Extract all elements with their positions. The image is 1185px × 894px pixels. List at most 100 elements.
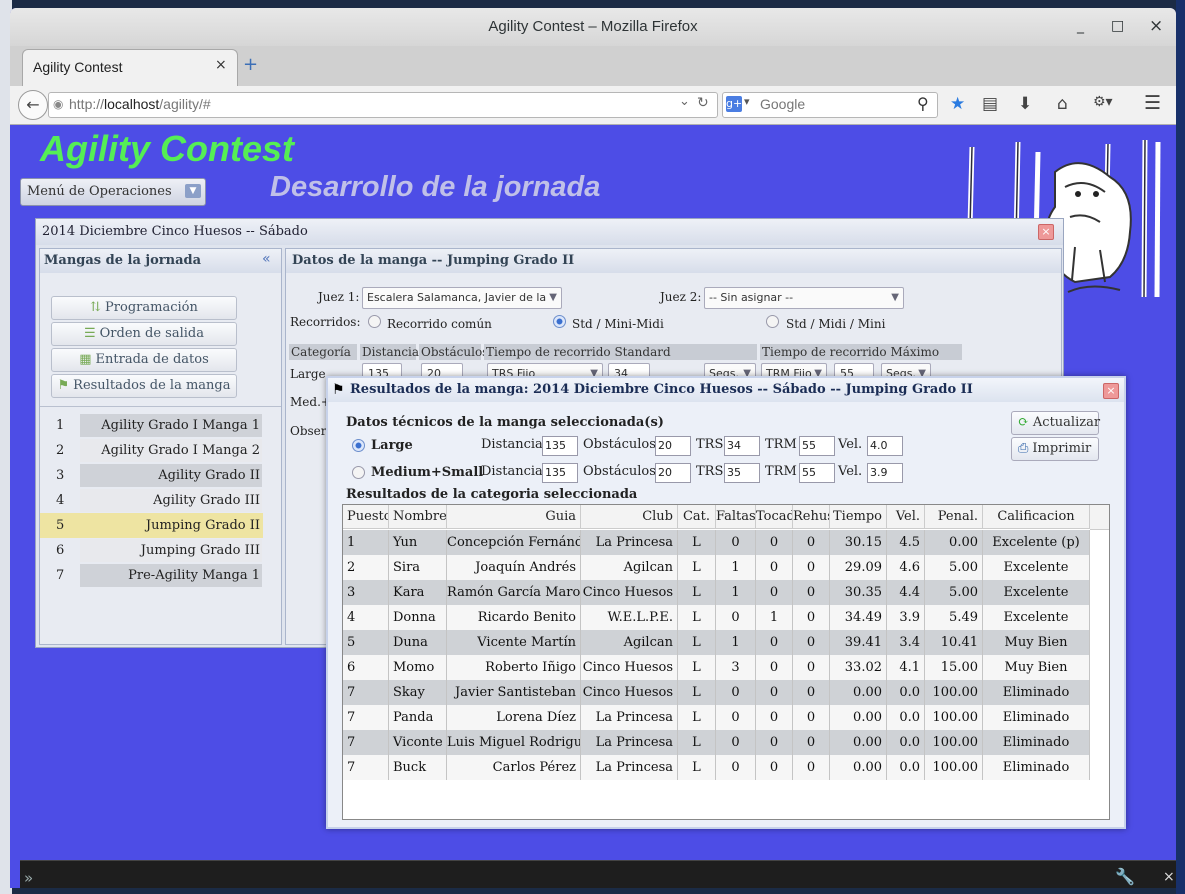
- cell-club: Cinco Huesos: [581, 655, 678, 680]
- cell-tiempo: 0.00: [830, 680, 887, 705]
- cell-tiempo: 33.02: [830, 655, 887, 680]
- url-bar[interactable]: ◉ http://localhost/agility/# ⌄ ↻: [48, 92, 718, 118]
- cell-faltas: 0: [716, 530, 756, 555]
- addons-icon[interactable]: ⚙▾: [1093, 94, 1113, 110]
- column-header-tiempo[interactable]: Tiempo: [830, 505, 887, 529]
- cell-tiempo: 39.41: [830, 630, 887, 655]
- print-button[interactable]: ⎙ Imprimir: [1011, 437, 1099, 461]
- ms-trm-value[interactable]: 55: [799, 463, 835, 483]
- console-prompt-icon[interactable]: »: [24, 869, 33, 887]
- column-header-penal[interactable]: Penal.: [925, 505, 983, 529]
- cell-tocados: 0: [756, 680, 793, 705]
- operations-menu-button[interactable]: Menú de Operaciones ▼: [20, 178, 206, 206]
- divider: [40, 406, 281, 407]
- ms-trs-value[interactable]: 35: [724, 463, 760, 483]
- tab-close-icon[interactable]: ×: [215, 57, 227, 73]
- search-bar[interactable]: g+ ▾ Google ⚲: [722, 92, 938, 118]
- home-icon[interactable]: ⌂: [1057, 94, 1068, 114]
- cell-club: Agilcan: [581, 630, 678, 655]
- download-icon[interactable]: ⬇: [1018, 94, 1032, 114]
- back-icon[interactable]: ←: [18, 90, 48, 120]
- close-window-button[interactable]: ×: [1149, 16, 1163, 36]
- column-header-club[interactable]: Club: [581, 505, 678, 529]
- new-tab-button[interactable]: +: [243, 54, 258, 75]
- large-obstacles-value[interactable]: 20: [655, 436, 691, 456]
- url-dropdown-icon[interactable]: ⌄: [679, 94, 690, 109]
- juez2-select[interactable]: -- Sin asignar -- ▼: [704, 287, 904, 309]
- round-row-6[interactable]: 6 Jumping Grado III: [40, 538, 263, 563]
- round-row-3[interactable]: 3 Agility Grado II: [40, 463, 263, 488]
- distance-label: Distancia: [481, 464, 543, 479]
- round-row-4[interactable]: 4 Agility Grado III: [40, 488, 263, 513]
- reload-icon[interactable]: ↻: [697, 95, 709, 111]
- large-trm-value[interactable]: 55: [799, 436, 835, 456]
- large-trs-value[interactable]: 34: [724, 436, 760, 456]
- radio-recorrido-comun[interactable]: [368, 315, 381, 328]
- bookmark-star-icon[interactable]: ★: [950, 94, 965, 114]
- hamburger-menu-icon[interactable]: ☰: [1144, 92, 1161, 114]
- table-row[interactable]: 1YunConcepción FernándezLa PrincesaL0003…: [343, 530, 1090, 555]
- cell-penal: 0.00: [925, 530, 983, 555]
- radio-std-midi-mini[interactable]: [766, 315, 779, 328]
- close-icon[interactable]: ×: [1103, 383, 1119, 399]
- column-header-tocados[interactable]: Tocados: [756, 505, 793, 529]
- search-icon[interactable]: ⚲: [917, 94, 929, 113]
- table-row[interactable]: 6 Momo Roberto Iñigo Cinco Huesos L 3 0 0 33.02 4…: [343, 655, 1090, 680]
- column-header-puesto[interactable]: Puesto: [343, 505, 389, 529]
- round-row-7[interactable]: 7 Pre-Agility Manga 1: [40, 563, 263, 588]
- maximize-button[interactable]: □: [1111, 18, 1124, 34]
- column-header-vel[interactable]: Vel.: [887, 505, 925, 529]
- tab-agility-contest[interactable]: Agility Contest ×: [22, 49, 238, 87]
- resultados-manga-button[interactable]: ⚑ Resultados de la manga: [51, 374, 237, 398]
- radio-std-mini-midi[interactable]: [553, 315, 566, 328]
- round-row-2[interactable]: 2 Agility Grado I Manga 2: [40, 438, 263, 463]
- collapse-icon[interactable]: «: [262, 251, 271, 267]
- cell-tiempo: 0.00: [830, 755, 887, 780]
- ms-vel-value[interactable]: 3.9: [867, 463, 903, 483]
- table-row[interactable]: 7 Buck Carlos Pérez La Princesa L 0 0 0 0.00 0.0 1…: [343, 755, 1090, 780]
- table-row[interactable]: 2 Sira Joaquín Andrés Agilcan L 1 0 0 29.09 4.6 5.…: [343, 555, 1090, 580]
- orden-salida-button[interactable]: ☰ Orden de salida: [51, 322, 237, 346]
- column-header-nombre[interactable]: Nombre: [389, 505, 447, 529]
- engine-dropdown-icon[interactable]: ▾: [744, 95, 750, 108]
- url-text[interactable]: http://localhost/agility/#: [69, 96, 211, 112]
- table-row[interactable]: 4 Donna Ricardo Benito W.E.L.P.E. L 0 1 0 34.49 3…: [343, 605, 1090, 630]
- radio-large[interactable]: [352, 439, 365, 452]
- ms-distance-value[interactable]: 135: [542, 463, 578, 483]
- table-row[interactable]: 7 Skay Javier Santisteban Cinco Huesos L 0 0 0 0…: [343, 680, 1090, 705]
- programacion-button[interactable]: ⇅ Programación: [51, 296, 237, 320]
- juez1-select[interactable]: Escalera Salamanca, Javier de la ▼: [362, 287, 562, 309]
- google-engine-icon[interactable]: g+: [726, 96, 742, 112]
- entrada-datos-button[interactable]: ▦ Entrada de datos: [51, 348, 237, 372]
- round-row-5-selected[interactable]: 5 Jumping Grado II: [40, 513, 263, 538]
- column-header-guia[interactable]: Guia: [447, 505, 581, 529]
- minimize-button[interactable]: _: [1077, 18, 1084, 34]
- ms-obstacles-value[interactable]: 20: [655, 463, 691, 483]
- cell-puesto: 7: [343, 705, 389, 730]
- round-row-1[interactable]: 1 Agility Grado I Manga 1: [40, 413, 263, 438]
- cell-club: Cinco Huesos: [581, 580, 678, 605]
- table-row[interactable]: 7 Panda Lorena Díez La Princesa L 0 0 0 0.00 0.0 1…: [343, 705, 1090, 730]
- table-row[interactable]: 5 Duna Vicente Martín Agilcan L 1 0 0 39.41 3.4 10…: [343, 630, 1090, 655]
- table-row[interactable]: 7ViconteLuis Miguel RodriguezLa Princesa…: [343, 730, 1090, 755]
- column-header-faltas[interactable]: Faltas: [716, 505, 756, 529]
- header-trs: Tiempo de recorrido Standard: [484, 344, 757, 360]
- column-header-calificacion[interactable]: Calificacion: [983, 505, 1090, 529]
- column-header-rehuses[interactable]: Rehuses: [793, 505, 830, 529]
- close-icon[interactable]: ×: [1038, 224, 1054, 240]
- trs-label: TRS: [696, 464, 724, 479]
- refresh-button[interactable]: ⟳ Actualizar: [1011, 411, 1100, 435]
- reading-list-icon[interactable]: ▤: [982, 94, 998, 114]
- cell-tiempo: 30.15: [830, 530, 887, 555]
- radio-medium-small[interactable]: [352, 466, 365, 479]
- table-row[interactable]: 3 Kara Ramón García Marot Cinco Huesos L 1 0 0 3…: [343, 580, 1090, 605]
- close-toolbar-icon[interactable]: ×: [1163, 869, 1175, 885]
- search-input[interactable]: Google: [760, 96, 805, 112]
- cell-club: Agilcan: [581, 555, 678, 580]
- large-vel-value[interactable]: 4.0: [867, 436, 903, 456]
- column-header-cat[interactable]: Cat.: [678, 505, 716, 529]
- large-distance-value[interactable]: 135: [542, 436, 578, 456]
- cell-puesto: 7: [343, 730, 389, 755]
- wrench-icon[interactable]: 🔧: [1115, 867, 1135, 886]
- scrollbar-corner: [1090, 505, 1109, 530]
